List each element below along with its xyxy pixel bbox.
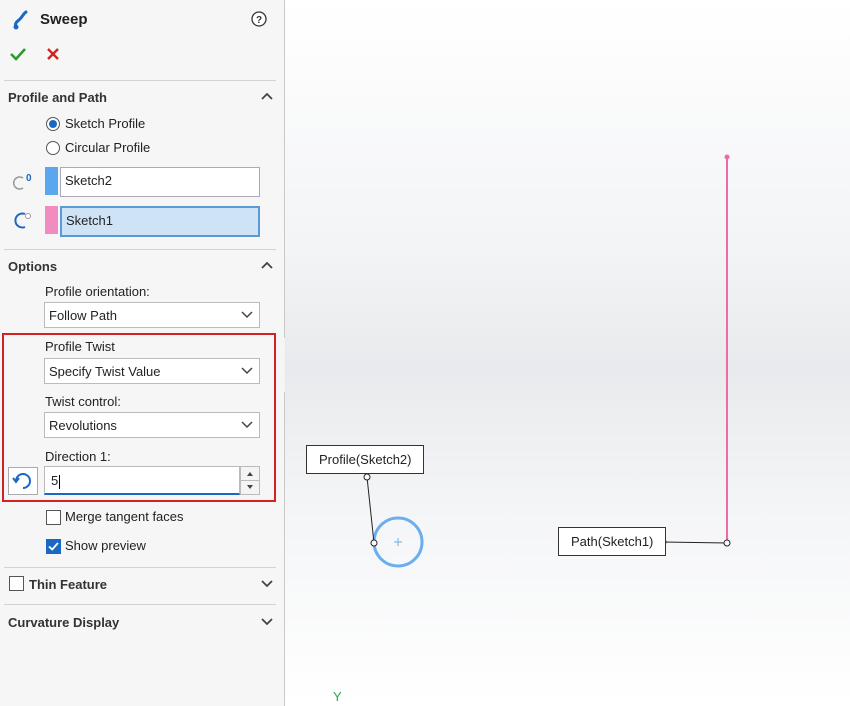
- center-mark-icon: [394, 538, 402, 546]
- chevron-down-icon[interactable]: [260, 576, 274, 590]
- chevron-down-icon: [241, 367, 253, 375]
- checkmark-icon[interactable]: [9, 46, 27, 62]
- sketch-geometry: [363, 154, 731, 568]
- profile-callout[interactable]: Profile(Sketch2): [306, 445, 425, 474]
- profile-orientation-dropdown[interactable]: Follow Path: [44, 302, 260, 328]
- radio-sketch-profile-label: Sketch Profile: [65, 116, 146, 131]
- radio-circular-profile-label: Circular Profile: [65, 140, 151, 155]
- twist-control-value: Revolutions: [49, 418, 117, 433]
- radio-sketch-profile[interactable]: [46, 117, 60, 131]
- section-title-curvature-display: Curvature Display: [8, 615, 120, 630]
- profile-selection-box[interactable]: Sketch2: [60, 167, 260, 197]
- close-icon[interactable]: [46, 47, 60, 61]
- divider: [4, 604, 276, 605]
- reverse-direction-icon: [12, 473, 31, 489]
- svg-text:0: 0: [26, 173, 32, 184]
- profile-orientation-value: Follow Path: [49, 308, 117, 323]
- profile-twist-value: Specify Twist Value: [49, 364, 161, 379]
- checkmark-icon: [48, 542, 59, 551]
- radio-circular-profile[interactable]: [46, 141, 60, 155]
- path-callout[interactable]: Path(Sketch1): [558, 527, 667, 556]
- path-color-swatch: [45, 206, 58, 234]
- path-endpoint: [724, 154, 730, 160]
- profile-twist-dropdown[interactable]: Specify Twist Value: [44, 358, 260, 384]
- sweep-icon: [13, 10, 28, 30]
- chevron-down-icon: [241, 421, 253, 429]
- direction-1-spinner[interactable]: [240, 466, 260, 495]
- show-preview-checkbox[interactable]: [46, 539, 61, 554]
- show-preview-label: Show preview: [65, 538, 146, 553]
- chevron-down-icon: [241, 311, 253, 319]
- profile-color-swatch: [45, 167, 58, 195]
- chevron-down-icon[interactable]: [260, 614, 274, 628]
- chevron-up-icon[interactable]: [260, 90, 274, 104]
- section-title-options: Options: [8, 259, 58, 274]
- profile-orientation-label: Profile orientation:: [45, 284, 150, 299]
- twist-control-dropdown[interactable]: Revolutions: [44, 412, 260, 438]
- leader-anchor: [723, 539, 731, 547]
- text-cursor: [59, 474, 61, 489]
- help-icon[interactable]: ?: [251, 11, 267, 27]
- merge-tangent-faces-checkbox[interactable]: [46, 510, 61, 525]
- section-title-thin-feature: Thin Feature: [29, 577, 108, 592]
- direction-1-input[interactable]: 5: [44, 466, 240, 495]
- profile-icon: 0: [13, 173, 32, 190]
- chevron-up-icon[interactable]: [260, 259, 274, 273]
- reverse-direction-button[interactable]: [8, 467, 38, 495]
- thin-feature-checkbox[interactable]: [9, 576, 24, 591]
- svg-text:?: ?: [256, 15, 262, 26]
- section-title-profile-path: Profile and Path: [8, 90, 107, 105]
- spinner-arrows-icon: [241, 472, 259, 489]
- graphics-area[interactable]: Profile(Sketch2) Path(Sketch1) Y: [285, 0, 850, 706]
- twist-control-label: Twist control:: [45, 394, 121, 409]
- profile-twist-label: Profile Twist: [45, 339, 115, 354]
- divider: [4, 80, 276, 81]
- merge-tangent-faces-label: Merge tangent faces: [65, 509, 184, 524]
- leader-anchor: [370, 539, 378, 547]
- divider: [4, 249, 276, 250]
- path-selection-box[interactable]: Sketch1: [60, 206, 260, 237]
- property-manager: Sweep ? Profile and Path Sketch Profile …: [0, 0, 285, 706]
- leader-anchor: [363, 473, 371, 481]
- profile-leader-line: [366, 476, 375, 544]
- direction-1-value: 5: [51, 473, 59, 488]
- divider: [4, 567, 276, 568]
- feature-title: Sweep: [40, 11, 88, 28]
- path-leader-line: [662, 541, 728, 544]
- direction-1-label: Direction 1:: [45, 449, 111, 464]
- y-axis-label: Y: [333, 689, 342, 704]
- path-icon: [14, 212, 31, 229]
